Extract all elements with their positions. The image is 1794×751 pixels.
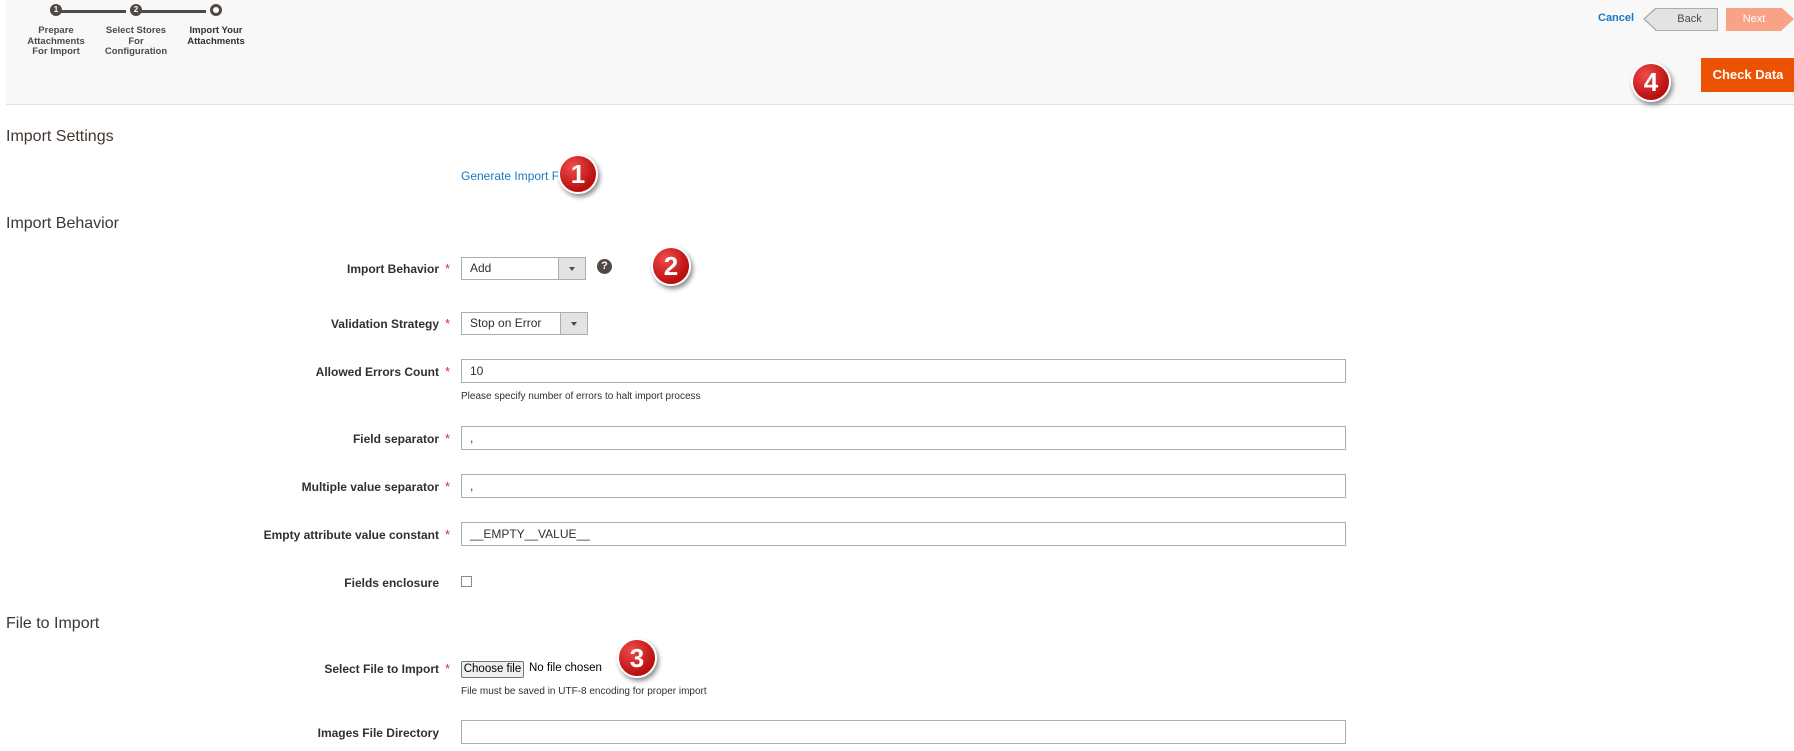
cancel-link[interactable]: Cancel	[1598, 12, 1634, 24]
images-dir-label: Images File Directory	[317, 726, 439, 740]
step-3-indicator	[210, 4, 222, 16]
import-behavior-value: Add	[470, 261, 492, 275]
required-mark: *	[445, 316, 451, 331]
callout-badge-3: 3	[617, 638, 657, 678]
allowed-errors-note: Please specify number of errors to halt …	[461, 391, 701, 402]
allowed-errors-input[interactable]: 10	[461, 359, 1346, 383]
callout-badge-2: 2	[651, 246, 691, 286]
section-title-import-behavior: Import Behavior	[6, 215, 119, 232]
back-button[interactable]: Back	[1643, 8, 1718, 31]
fields-enclosure-label: Fields enclosure	[344, 576, 439, 590]
choose-file-button[interactable]: Choose file	[461, 661, 524, 678]
images-dir-input[interactable]	[461, 720, 1346, 744]
file-status-text: No file chosen	[529, 662, 602, 674]
field-separator-input[interactable]: ,	[461, 426, 1346, 450]
select-file-label: Select File to Import	[324, 662, 439, 676]
multiple-value-separator-label: Multiple value separator	[301, 480, 439, 494]
required-mark: *	[445, 527, 451, 542]
next-button[interactable]: Next	[1726, 8, 1794, 31]
validation-strategy-select[interactable]: Stop on Error	[461, 312, 588, 335]
step-1-indicator[interactable]: 1	[50, 4, 62, 16]
step-connector	[56, 10, 126, 13]
help-icon[interactable]: ?	[597, 259, 612, 274]
generate-import-file-link[interactable]: Generate Import File	[461, 169, 571, 183]
step-2-indicator[interactable]: 2	[130, 4, 142, 16]
required-mark: *	[445, 661, 451, 676]
field-separator-label: Field separator	[352, 432, 439, 446]
required-mark: *	[445, 364, 451, 379]
step-2-label[interactable]: Select Stores For Configuration	[91, 25, 181, 58]
section-title-import-settings: Import Settings	[6, 128, 114, 145]
import-behavior-select[interactable]: Add	[461, 257, 586, 280]
step-3-label: Import Your Attachments	[187, 25, 245, 47]
fields-enclosure-checkbox[interactable]	[461, 576, 472, 587]
import-behavior-label: Import Behavior	[346, 262, 439, 276]
callout-badge-1: 1	[558, 154, 598, 194]
required-mark: *	[445, 261, 451, 276]
callout-badge-4: 4	[1631, 62, 1671, 102]
chevron-down-icon	[560, 313, 587, 334]
wizard-header: 1 2 Prepare Attachments For Import Selec…	[6, 0, 1794, 105]
wizard-steps: 1 2 Prepare Attachments For Import Selec…	[6, 0, 286, 70]
section-title-file-to-import: File to Import	[6, 615, 100, 632]
empty-attribute-input[interactable]: __EMPTY__VALUE__	[461, 522, 1346, 546]
validation-strategy-label: Validation Strategy	[330, 317, 439, 331]
chevron-down-icon	[558, 258, 585, 279]
validation-strategy-value: Stop on Error	[470, 316, 542, 330]
select-file-note: File must be saved in UTF-8 encoding for…	[461, 686, 707, 697]
check-data-button[interactable]: Check Data	[1701, 58, 1794, 92]
allowed-errors-label: Allowed Errors Count	[315, 365, 439, 379]
required-mark: *	[445, 431, 451, 446]
empty-attribute-label: Empty attribute value constant	[263, 528, 439, 542]
step-1-label[interactable]: Prepare Attachments For Import	[11, 25, 101, 58]
step-connector	[136, 10, 206, 13]
required-mark: *	[445, 479, 451, 494]
multiple-value-separator-input[interactable]: ,	[461, 474, 1346, 498]
